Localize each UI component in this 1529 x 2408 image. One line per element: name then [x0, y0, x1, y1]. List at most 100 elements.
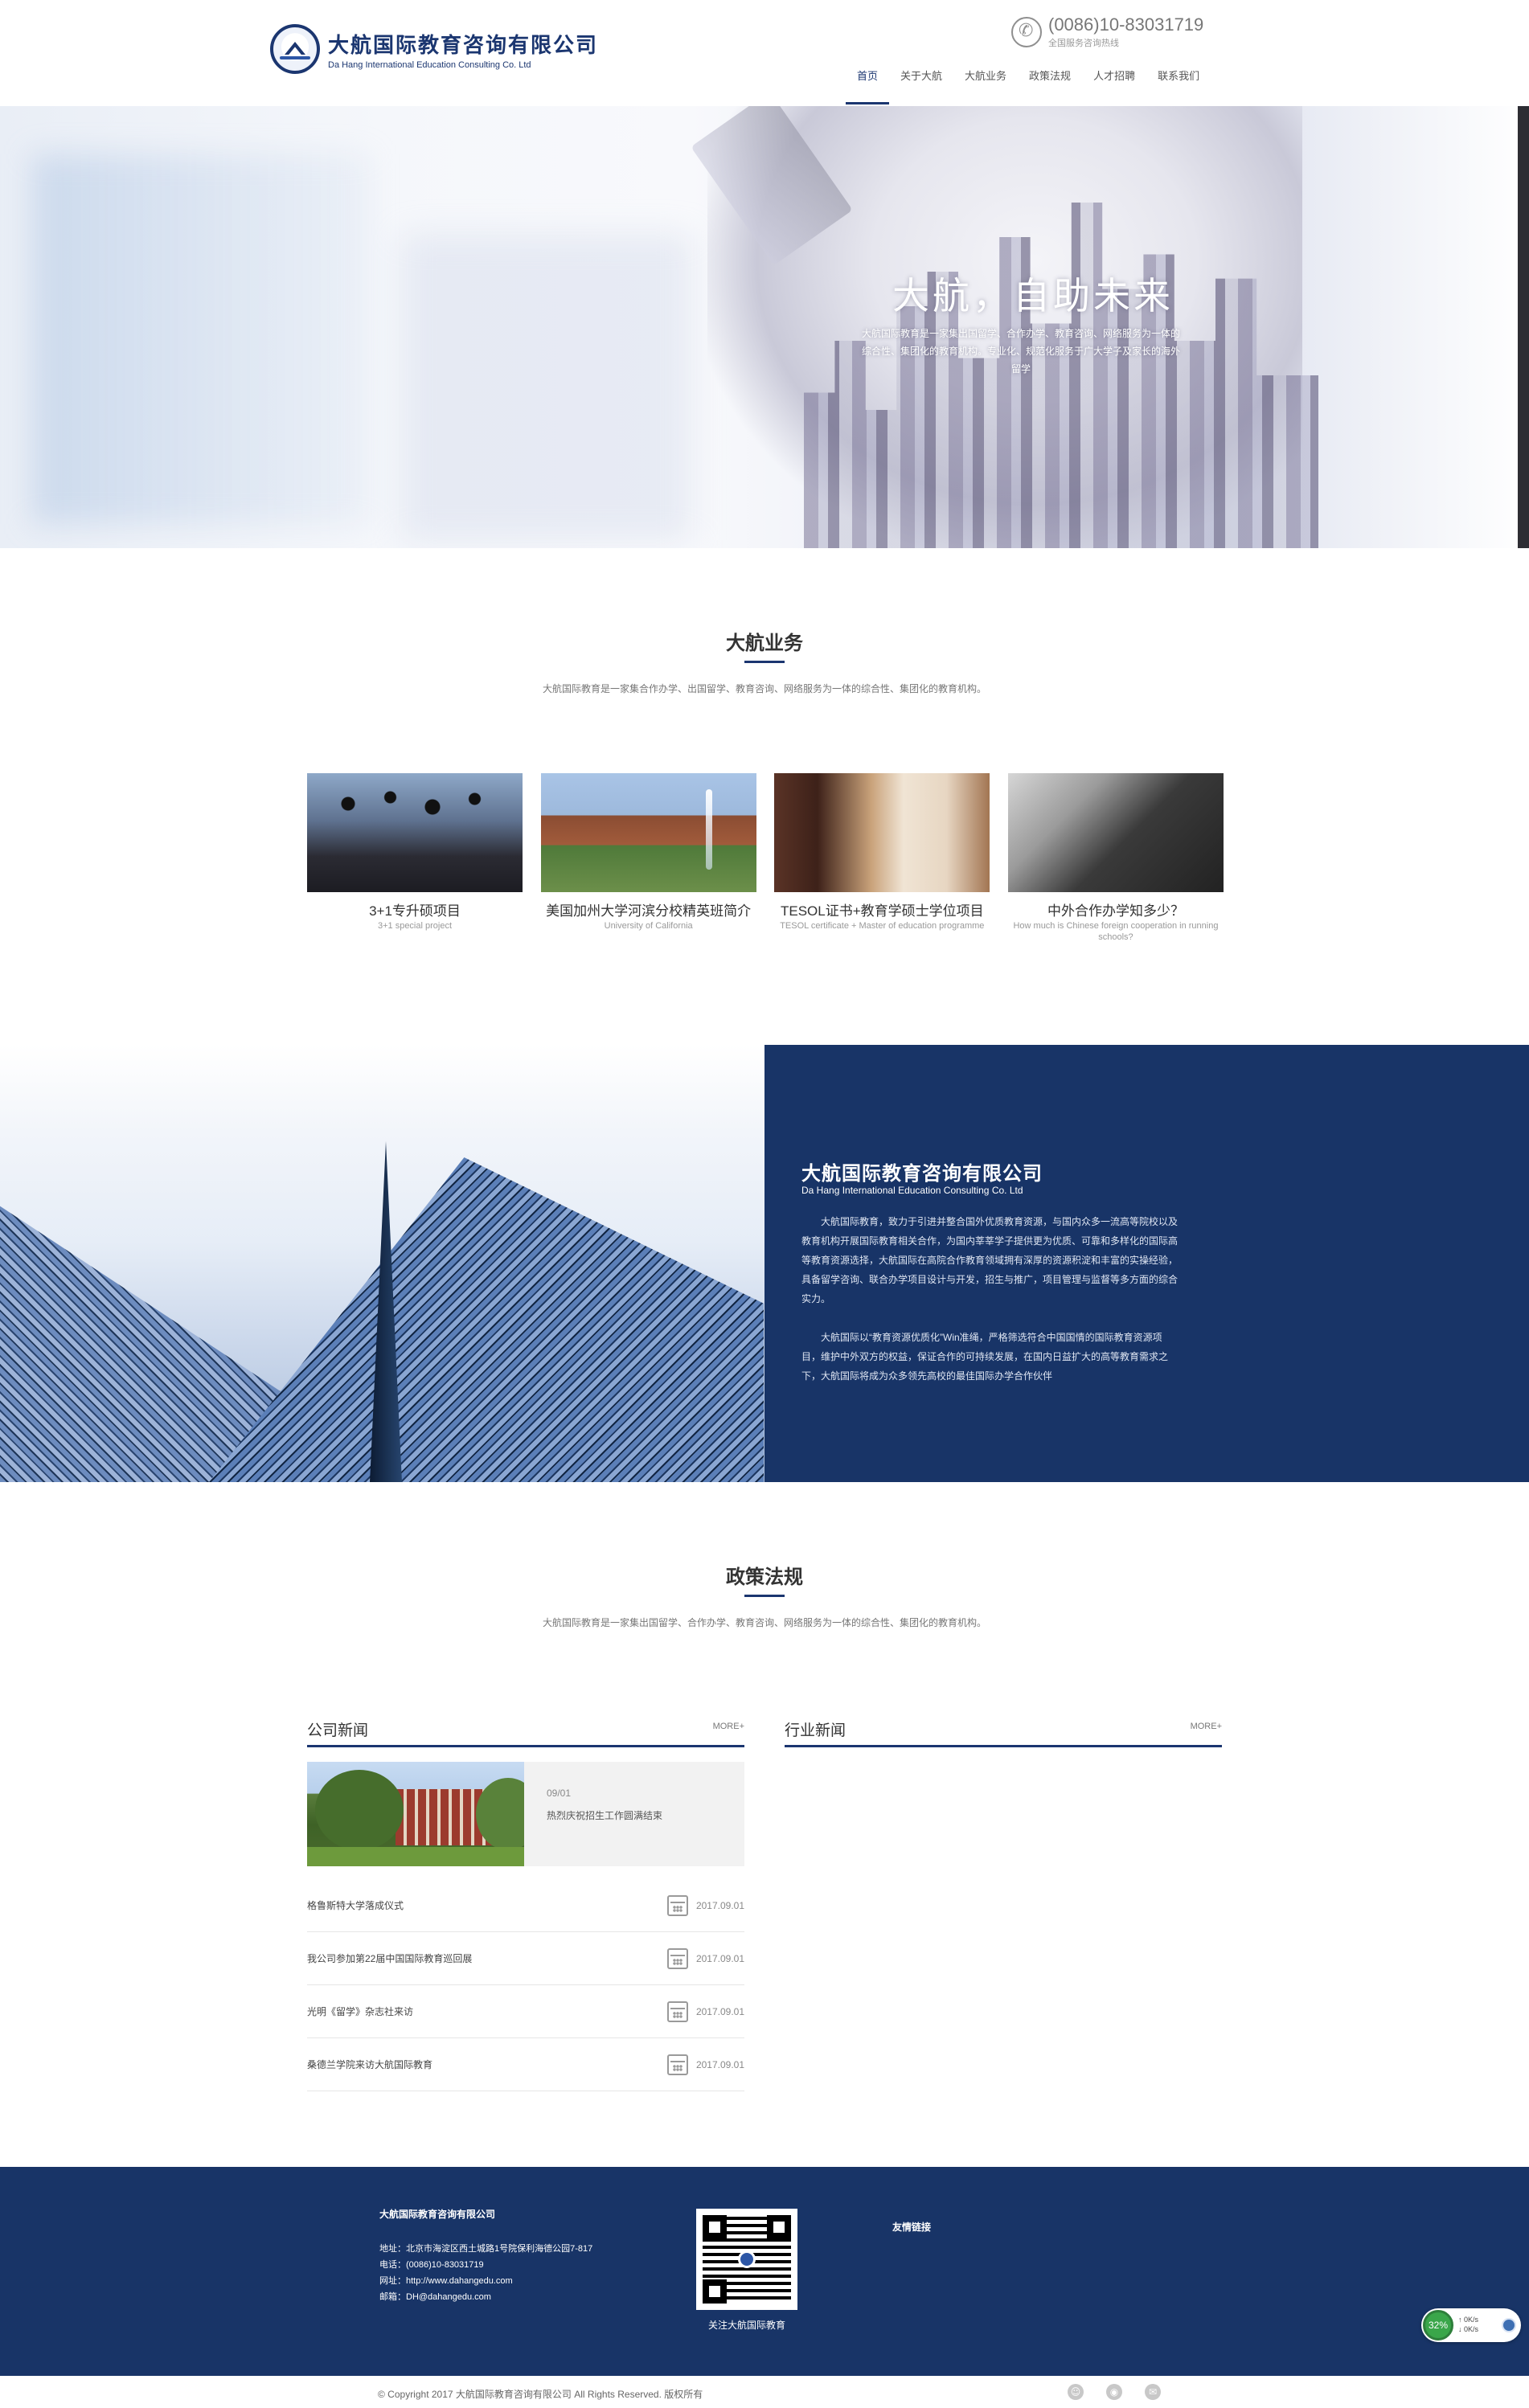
- card-subtitle: How much is Chinese foreign cooperation …: [1013, 921, 1219, 942]
- nav-home[interactable]: 首页: [846, 63, 890, 106]
- industry-news-more-link[interactable]: MORE+: [1191, 1722, 1222, 1731]
- about-subtitle-en: Da Hang International Education Consulti…: [801, 1185, 1023, 1196]
- graduation-caps: [331, 788, 500, 820]
- business-card[interactable]: TESOL证书+教育学硕士学位项目 TESOL certificate + Ma…: [774, 773, 990, 958]
- qr-logo-icon: [738, 2250, 756, 2268]
- featured-news-image: [307, 1762, 524, 1866]
- phone-icon: [1011, 16, 1042, 47]
- logo-cn: 大航国际教育咨询有限公司: [328, 33, 599, 58]
- news-item-meta: 2017.09.01: [666, 1894, 744, 1916]
- logo-text: 大航国际教育咨询有限公司 Da Hang International Educa…: [328, 29, 598, 70]
- campus-fountain-image: [540, 773, 756, 892]
- site-footer: 大航国际教育咨询有限公司 地址：北京市海淀区西土城路1号院保利海德公园7-817…: [0, 2167, 1529, 2376]
- speed-rates: ↑ 0K/s ↓ 0K/s: [1458, 2315, 1478, 2334]
- card-subtitle: 3+1 special project: [377, 921, 453, 931]
- news-item[interactable]: 桑德兰学院来访大航国际教育 2017.09.01: [307, 2038, 744, 2091]
- featured-lawn: [307, 1847, 524, 1866]
- news-item-date: 2017.09.01: [695, 1952, 744, 1964]
- nav-business[interactable]: 大航业务: [953, 63, 1018, 106]
- banner-title: 大航，自助未来: [892, 275, 1174, 317]
- upload-rate: ↑ 0K/s: [1458, 2316, 1479, 2324]
- graduation-image: [307, 773, 523, 892]
- main-nav: 首页 关于大航 大航业务 政策法规 人才招聘 联系我们: [846, 63, 1211, 106]
- policy-section-subtitle: 大航国际教育是一家集出国留学、合作办学、教育咨询、网络服务为一体的综合性、集团化…: [542, 1617, 986, 1628]
- news-item-title: 桑德兰学院来访大航国际教育: [307, 2059, 433, 2070]
- hero-banner: 大航，自助未来 大航国际教育是一家集出国留学、合作办学、教育咨询、网络服务为一体…: [0, 106, 1529, 548]
- business-card[interactable]: 美国加州大学河滨分校精英班简介 University of California: [540, 773, 756, 958]
- featured-news[interactable]: 09/01 热烈庆祝招生工作圆满结束: [307, 1762, 744, 1866]
- hotline-text: (0086)10-83031719 全国服务咨询热线: [1048, 14, 1203, 49]
- card-title: 3+1专升硕项目: [369, 903, 461, 919]
- news-item-date: 2017.09.01: [695, 2005, 744, 2017]
- ceremony-image: [1007, 773, 1224, 892]
- news-item-meta: 2017.09.01: [666, 1947, 744, 1969]
- books-image: [774, 773, 990, 892]
- qr-pattern: [703, 2215, 791, 2304]
- policy-title-underline: [744, 1595, 785, 1597]
- business-cards: 3+1专升硕项目 3+1 special project 美国加州大学河滨分校精…: [307, 773, 1224, 958]
- about-section: 大航国际教育咨询有限公司 Da Hang International Educa…: [0, 1045, 1529, 1482]
- industry-news: 行业新闻 MORE+: [785, 1714, 1222, 1747]
- wechat-icon[interactable]: ✉: [1145, 2384, 1161, 2400]
- nav-policy[interactable]: 政策法规: [1018, 63, 1082, 106]
- site-header: 大航国际教育咨询有限公司 Da Hang International Educa…: [0, 0, 1529, 106]
- featured-news-title: 热烈庆祝招生工作圆满结束: [547, 1810, 663, 1821]
- footer-email[interactable]: 邮箱：DH@dahangedu.com: [379, 2289, 592, 2305]
- company-news-more-link[interactable]: MORE+: [713, 1722, 744, 1731]
- social-links: ☺ ◉ ✉: [1045, 2384, 1161, 2400]
- featured-news-text: 09/01 热烈庆祝招生工作圆满结束: [524, 1762, 662, 1866]
- about-paragraph-1: 大航国际教育，致力于引进并整合国外优质教育资源，与国内众多一流高等院校以及教育机…: [801, 1216, 1179, 1304]
- network-speed-widget[interactable]: 32% ↑ 0K/s ↓ 0K/s: [1421, 2308, 1521, 2342]
- download-rate-value: 0K/s: [1464, 2325, 1479, 2333]
- banner-edge: [1518, 106, 1529, 548]
- qq-icon[interactable]: ☺: [1068, 2384, 1084, 2400]
- card-title: TESOL证书+教育学硕士学位项目: [780, 903, 984, 919]
- about-panel: 大航国际教育咨询有限公司 Da Hang International Educa…: [764, 1045, 1529, 1482]
- news-item[interactable]: 格鲁斯特大学落成仪式 2017.09.01: [307, 1879, 744, 1932]
- nav-careers[interactable]: 人才招聘: [1082, 63, 1146, 106]
- footer-address: 地址：北京市海淀区西土城路1号院保利海德公园7-817: [379, 2244, 593, 2254]
- news-item-title: 格鲁斯特大学落成仪式: [307, 1900, 404, 1911]
- news-item-title: 光明《留学》杂志社来访: [307, 2006, 414, 2017]
- news-item-meta: 2017.09.01: [666, 2001, 744, 2022]
- speed-indicator-icon: [1502, 2318, 1516, 2332]
- copyright-text: © Copyright 2017 大航国际教育咨询有限公司 All Rights…: [378, 2389, 703, 2400]
- wechat-qr-code: [696, 2209, 797, 2310]
- business-card[interactable]: 中外合作办学知多少？ How much is Chinese foreign c…: [1007, 773, 1224, 958]
- company-news-list: 格鲁斯特大学落成仪式 2017.09.01 我公司参加第22届中国国际教育巡回展…: [307, 1879, 744, 2091]
- business-title-underline: [744, 661, 785, 663]
- weibo-icon[interactable]: ◉: [1106, 2384, 1122, 2400]
- skyscraper-image: [0, 1045, 764, 1482]
- featured-tree: [315, 1770, 404, 1850]
- site-logo[interactable]: 大航国际教育咨询有限公司 Da Hang International Educa…: [270, 23, 596, 76]
- footer-website[interactable]: 网址：http://www.dahangedu.com: [379, 2273, 592, 2289]
- hotline-number: (0086)10-83031719: [1048, 14, 1204, 35]
- footer-contact: 地址：北京市海淀区西土城路1号院保利海德公园7-817 电话：(0086)10-…: [379, 2241, 592, 2305]
- footer-phone: 电话：(0086)10-83031719: [379, 2260, 484, 2270]
- friend-links-title: 友情链接: [892, 2222, 932, 2233]
- business-section-subtitle: 大航国际教育是一家集合作办学、出国留学、教育咨询、网络服务为一体的综合性、集团化…: [542, 683, 986, 694]
- news-item-title: 我公司参加第22届中国国际教育巡回展: [307, 1953, 473, 1964]
- news-item-date: 2017.09.01: [695, 1899, 744, 1911]
- card-title: 美国加州大学河滨分校精英班简介: [546, 903, 752, 919]
- card-subtitle: TESOL certificate + Master of education …: [780, 921, 985, 931]
- banner-description: 大航国际教育是一家集出国留学、合作办学、教育咨询、网络服务为一体的综合性、集团化…: [861, 328, 1180, 375]
- card-subtitle: University of California: [604, 921, 693, 931]
- speed-percent: 32%: [1423, 2310, 1453, 2340]
- business-section-title: 大航业务: [726, 633, 803, 654]
- company-news-header: 公司新闻 MORE+: [307, 1714, 744, 1747]
- nav-contact[interactable]: 联系我们: [1146, 63, 1211, 106]
- nav-about[interactable]: 关于大航: [889, 63, 953, 106]
- download-rate: ↓ 0K/s: [1458, 2325, 1479, 2333]
- copyright-bar: © Copyright 2017 大航国际教育咨询有限公司 All Rights…: [0, 2376, 1529, 2408]
- news-item[interactable]: 我公司参加第22届中国国际教育巡回展 2017.09.01: [307, 1932, 744, 1985]
- footer-company-name: 大航国际教育咨询有限公司: [379, 2209, 496, 2220]
- business-card[interactable]: 3+1专升硕项目 3+1 special project: [307, 773, 523, 958]
- news-item-date: 2017.09.01: [695, 2058, 744, 2070]
- upload-rate-value: 0K/s: [1464, 2316, 1479, 2324]
- featured-news-date: 09/01: [547, 1788, 572, 1799]
- news-item-meta: 2017.09.01: [666, 2054, 744, 2075]
- news-item[interactable]: 光明《留学》杂志社来访 2017.09.01: [307, 1985, 744, 2038]
- fountain: [705, 789, 712, 870]
- card-title: 中外合作办学知多少？: [1047, 903, 1184, 919]
